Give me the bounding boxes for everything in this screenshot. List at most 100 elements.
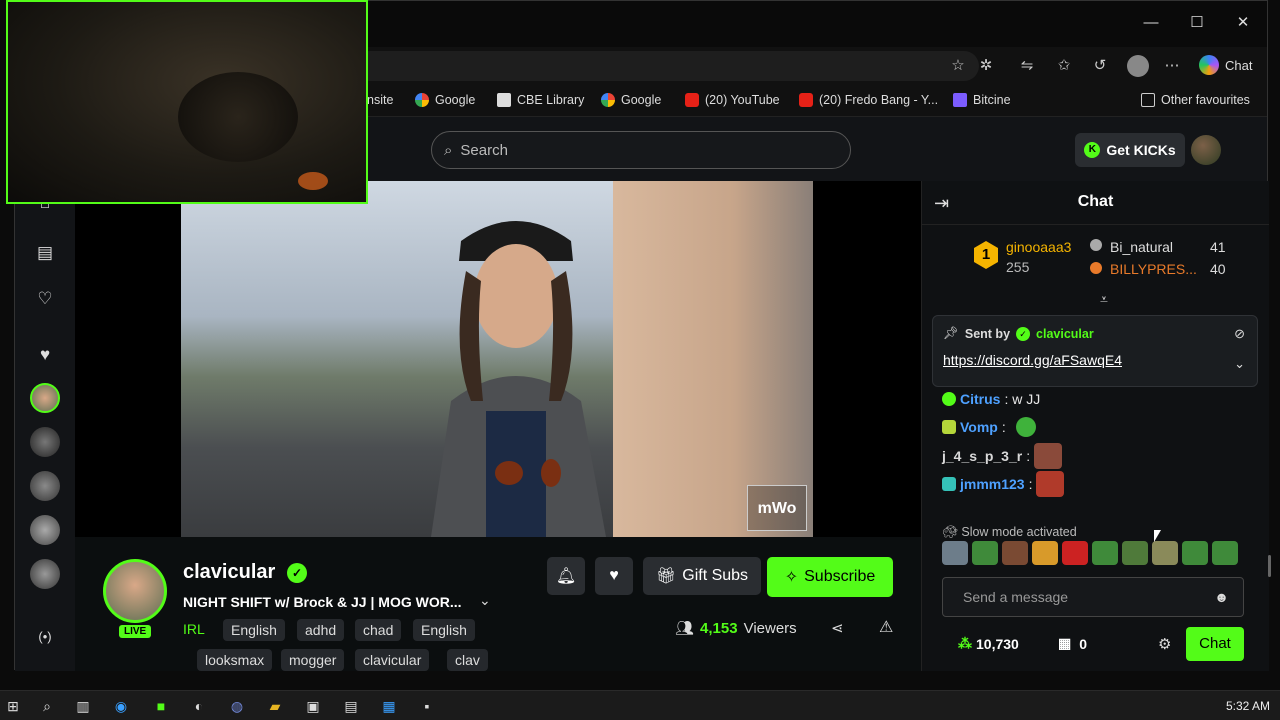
minimize-icon[interactable]: —: [1141, 13, 1161, 33]
followed-channel-avatar[interactable]: [30, 515, 60, 545]
report-icon[interactable]: ⚠: [879, 617, 893, 637]
emote-icon[interactable]: [1062, 541, 1088, 565]
file-explorer-icon[interactable]: ▰: [266, 697, 284, 715]
stream-tag[interactable]: clavicular: [355, 649, 430, 671]
chat-username[interactable]: Vomp: [960, 419, 998, 435]
split-screen-icon[interactable]: ⇋: [1018, 57, 1036, 75]
rank-badge: 1: [974, 241, 998, 269]
bookmark-item[interactable]: Google: [601, 93, 661, 107]
edge-icon[interactable]: ◉: [112, 697, 130, 715]
emote-icon[interactable]: [942, 541, 968, 565]
emote-icon[interactable]: [1182, 541, 1208, 565]
stream-tag[interactable]: English: [413, 619, 475, 641]
stream-tag[interactable]: clav: [447, 649, 488, 671]
following-icon[interactable]: ♡: [33, 287, 57, 311]
stream-tag[interactable]: adhd: [297, 619, 345, 641]
chat-scrollbar[interactable]: [1268, 555, 1271, 577]
bookmark-item[interactable]: CBE Library: [497, 93, 584, 107]
user-avatar[interactable]: [1191, 135, 1221, 165]
expand-leaderboard-icon[interactable]: ⩡: [1100, 291, 1108, 308]
streamer-avatar[interactable]: [103, 559, 167, 623]
followed-channel-avatar[interactable]: [30, 559, 60, 589]
favorites-icon[interactable]: ✩: [1055, 57, 1073, 75]
chat-settings-icon[interactable]: ⚙: [1158, 635, 1171, 653]
emote-icon[interactable]: [972, 541, 998, 565]
emote-icon[interactable]: [1092, 541, 1118, 565]
streamer-name[interactable]: clavicular: [183, 561, 275, 584]
pinned-sender[interactable]: clavicular: [1036, 327, 1094, 341]
address-bar[interactable]: ☆: [355, 51, 979, 81]
notification-bell-button[interactable]: 🔔︎: [547, 557, 585, 595]
webcam-figure: [178, 72, 298, 162]
emote-icon[interactable]: [1212, 541, 1238, 565]
stream-tag[interactable]: mogger: [281, 649, 345, 671]
subscribe-button[interactable]: ✧ Subscribe: [767, 557, 893, 597]
other-favourites[interactable]: Other favourites: [1141, 93, 1250, 107]
leaderboard-name[interactable]: Bi_natural: [1110, 239, 1173, 255]
leaderboard-name[interactable]: BILLYPRES...: [1110, 261, 1197, 277]
bookmark-item[interactable]: nsite: [367, 93, 393, 107]
live-broadcast-icon[interactable]: (•): [33, 625, 57, 649]
sent-by-label: Sent by: [964, 326, 1011, 341]
emote-icon[interactable]: [1002, 541, 1028, 565]
followed-channel-avatar[interactable]: [30, 471, 60, 501]
leaderboard-name[interactable]: ginooaaa3: [1006, 239, 1071, 255]
message-input[interactable]: Send a message ☻: [942, 577, 1244, 617]
discord-icon[interactable]: ◍: [228, 697, 246, 715]
chevron-down-icon[interactable]: ⌄: [479, 592, 491, 609]
steam-icon[interactable]: ◐: [190, 697, 208, 715]
search-icon[interactable]: ⌕: [38, 697, 56, 715]
chat-username[interactable]: Citrus: [960, 391, 1000, 407]
get-kicks-button[interactable]: K Get KICKs: [1075, 133, 1185, 167]
emote-icon[interactable]: [1122, 541, 1148, 565]
bitcine-icon: [953, 93, 967, 107]
hide-pin-icon[interactable]: ⊘: [1234, 326, 1245, 342]
store-icon[interactable]: ▦: [380, 697, 398, 715]
task-view-icon[interactable]: ▥: [74, 697, 92, 715]
pinned-link[interactable]: https://discord.gg/aFSawqE4: [943, 352, 1122, 368]
stream-tag[interactable]: chad: [355, 619, 402, 641]
category-link[interactable]: IRL: [183, 621, 205, 637]
redeem-store[interactable]: ▦ 0: [1058, 635, 1087, 652]
follow-button[interactable]: ♥: [595, 557, 633, 595]
library-icon: [497, 93, 511, 107]
history-icon[interactable]: ↺: [1091, 57, 1109, 75]
webcam-overlay: [6, 0, 368, 204]
bookmark-item[interactable]: Google: [415, 93, 475, 107]
slow-mode-notice: 🐢︎ Slow mode activated: [942, 525, 1077, 540]
bookmark-item[interactable]: (20) YouTube: [685, 93, 780, 107]
browse-icon[interactable]: ▤: [33, 241, 57, 265]
viewers-icon: 👥︎: [675, 620, 695, 637]
chat-header: ⇥ Chat: [922, 181, 1269, 225]
profile-icon[interactable]: [1127, 55, 1149, 77]
emoji-icon[interactable]: ☻: [1214, 578, 1229, 616]
emote-icon[interactable]: [1152, 541, 1178, 565]
start-icon[interactable]: ⊞: [4, 697, 22, 715]
terminal-icon[interactable]: ▪: [418, 697, 436, 715]
send-chat-button[interactable]: Chat: [1186, 627, 1244, 661]
emote-icon[interactable]: [1032, 541, 1058, 565]
share-icon[interactable]: ⋖: [831, 619, 844, 637]
bookmark-item[interactable]: Bitcine: [953, 93, 1011, 107]
channel-points[interactable]: ⁂ 10,730: [958, 635, 1019, 652]
copilot-button[interactable]: Chat: [1199, 55, 1252, 75]
epic-games-icon[interactable]: ▣: [304, 697, 322, 715]
followed-channel-avatar[interactable]: [30, 427, 60, 457]
chat-username[interactable]: j_4_s_p_3_r: [942, 448, 1022, 464]
kick-app-icon[interactable]: ■: [152, 697, 170, 715]
followed-channel-avatar[interactable]: [30, 383, 60, 413]
search-input[interactable]: ⌕ Search: [431, 131, 851, 169]
favorite-star-icon[interactable]: ☆: [949, 57, 967, 75]
gift-subs-button[interactable]: 🎁︎ Gift Subs: [643, 557, 761, 595]
chat-username[interactable]: jmmm123: [960, 476, 1025, 492]
extensions-icon[interactable]: ✲: [977, 57, 995, 75]
chevron-down-icon[interactable]: ⌄: [1234, 356, 1245, 372]
app-icon[interactable]: ▤: [342, 697, 360, 715]
video-player[interactable]: mWo: [75, 181, 921, 537]
more-options-icon[interactable]: ⋯: [1163, 57, 1181, 75]
close-icon[interactable]: ✕: [1233, 13, 1253, 33]
stream-tag[interactable]: English: [223, 619, 285, 641]
stream-tag[interactable]: looksmax: [197, 649, 273, 671]
bookmark-item[interactable]: (20) Fredo Bang - Y...: [799, 93, 938, 107]
maximize-icon[interactable]: ☐: [1187, 13, 1207, 33]
